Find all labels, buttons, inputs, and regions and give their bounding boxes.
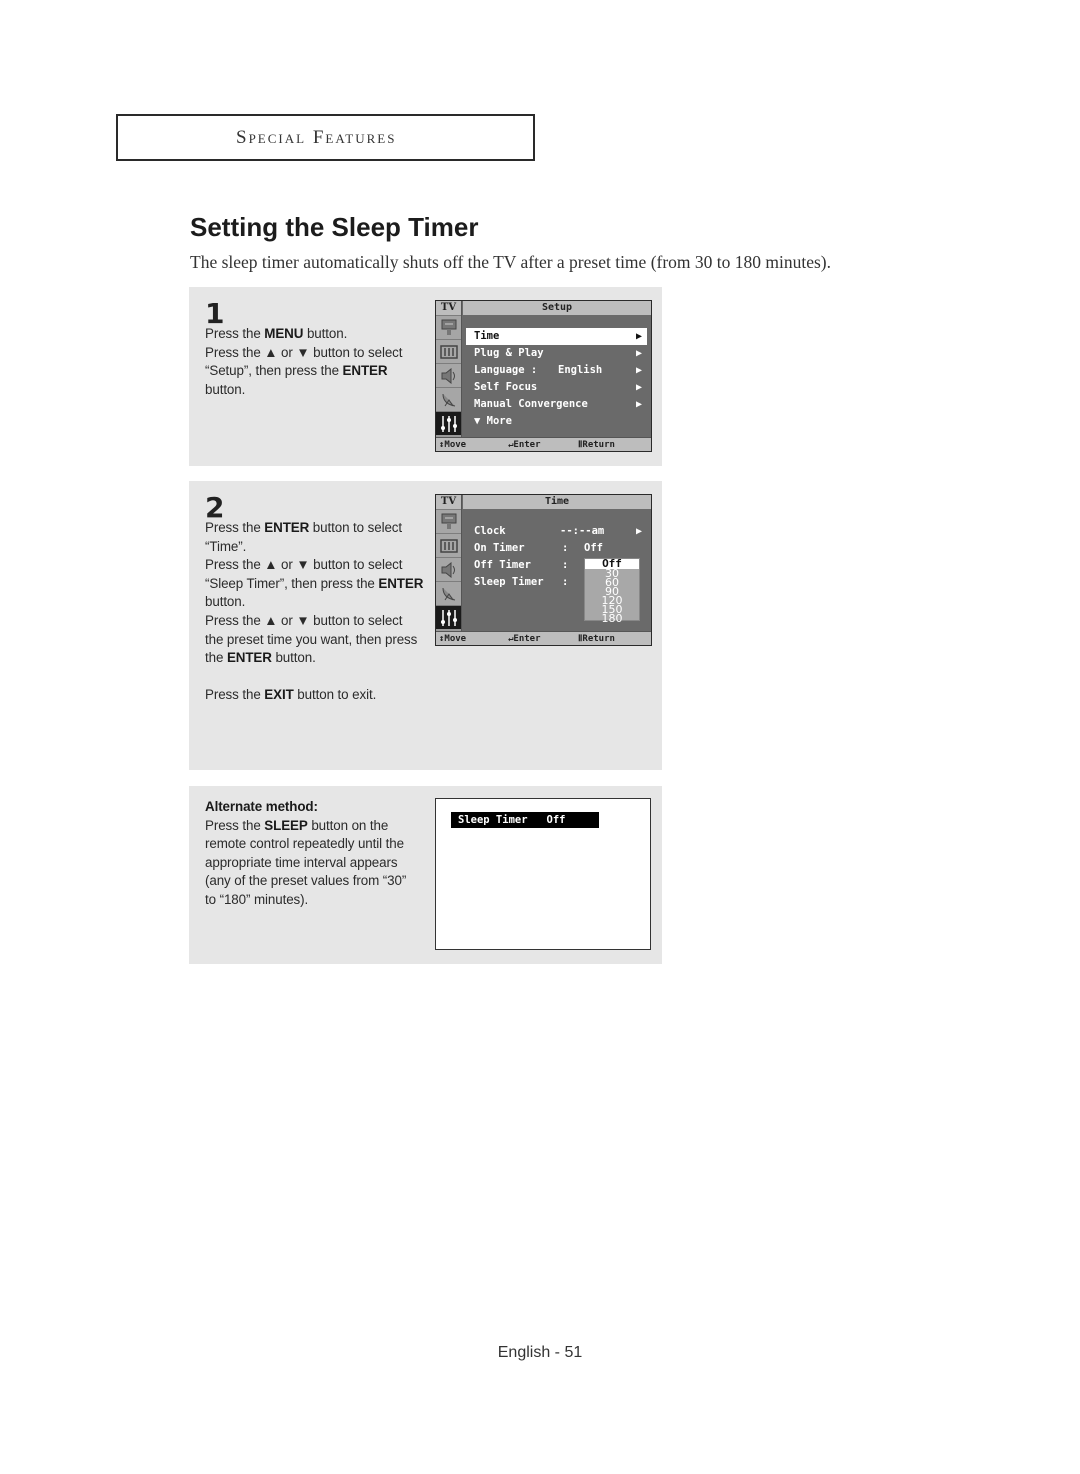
sound-icon	[436, 363, 461, 387]
picture-icon	[436, 509, 461, 533]
move-hint: ↕Move	[439, 440, 467, 450]
instruction-line: Press the ▲ or ▼ button to select	[205, 557, 403, 573]
satellite-icon	[436, 387, 461, 411]
page-number: English - 51	[497, 1344, 583, 1361]
menu-item-language[interactable]: Language : English ▶	[466, 362, 647, 379]
sleep-timer-bar: Sleep Timer Off	[451, 812, 599, 828]
menu-item-self-focus[interactable]: Self Focus ▶	[466, 379, 647, 396]
osd-sidebar: TV	[436, 495, 462, 631]
menu-item-manual-convergence[interactable]: Manual Convergence ▶	[466, 396, 647, 413]
osd-footer: ↕Move ↵Enter ⅡReturn	[436, 437, 651, 451]
intro-text: The sleep timer automatically shuts off …	[190, 252, 832, 272]
picture-icon	[436, 315, 461, 339]
osd-header: Time	[463, 495, 651, 509]
instruction-line: button.	[205, 594, 246, 610]
button-name: ENTER	[378, 575, 424, 591]
menu-item-time[interactable]: Time ▶	[466, 328, 647, 345]
button-name: MENU	[264, 326, 304, 341]
button-name: ENTER	[342, 363, 388, 379]
instruction-line	[205, 668, 433, 687]
arrow-right-icon: ▶	[635, 331, 642, 342]
channel-icon	[436, 533, 461, 557]
menu-item-on-timer[interactable]: On Timer: Off	[466, 540, 647, 557]
satellite-icon	[436, 581, 461, 605]
alternate-instructions: Alternate method: Press the SLEEP button…	[205, 798, 433, 910]
setup-sliders-icon	[436, 605, 461, 629]
return-hint: ⅡReturn	[578, 634, 615, 644]
instruction-line: “Time”.	[205, 538, 247, 554]
alternate-lines: Press the SLEEP button on the remote cont…	[205, 817, 433, 910]
channel-icon	[436, 339, 461, 363]
arrow-right-icon: ▶	[635, 399, 642, 410]
instruction-line: to “180” minutes).	[205, 891, 309, 907]
instruction-line: remote control repeatedly until the	[205, 836, 404, 852]
menu-item-clock[interactable]: Clock --:--am ▶	[466, 523, 647, 540]
time-osd-screen: TV Time Clock --:--am ▶ On Timer: Off Off T…	[435, 494, 652, 646]
clock-value: --:--am	[560, 525, 605, 537]
move-hint: ↕Move	[439, 634, 467, 644]
instruction-line: button.	[205, 381, 246, 397]
step-2-panel: 2 Press the ENTER button to select “Time”…	[189, 481, 662, 770]
sleep-timer-dropdown[interactable]: Off 30 60 90 120 150 180	[584, 558, 640, 624]
menu-item-more[interactable]: ▼ More	[466, 413, 647, 430]
alternate-heading: Alternate method:	[205, 799, 318, 814]
osd-tv-label: TV	[436, 495, 461, 509]
arrow-right-icon: ▶	[635, 348, 642, 359]
instruction-line: “Setup”, then press the ENTER	[205, 363, 388, 379]
instruction-line: “Sleep Timer”, then press the ENTER	[205, 575, 424, 591]
setup-sliders-icon	[436, 411, 461, 435]
return-hint: ⅡReturn	[578, 440, 615, 450]
section-title: Special Features	[236, 126, 397, 148]
page-title: Setting the Sleep Timer	[190, 212, 479, 242]
osd-sidebar: TV	[436, 301, 462, 437]
step-2-instructions: Press the ENTER button to select “Time”. P…	[205, 519, 433, 705]
instruction-line: Press the SLEEP button on the	[205, 817, 389, 833]
alternate-method-panel: Alternate method: Press the SLEEP button…	[189, 786, 662, 964]
setup-menu-list: Time ▶ Plug & Play ▶ Language : English ▶ Se…	[466, 328, 647, 430]
enter-hint: ↵Enter	[508, 440, 541, 450]
instruction-line: Press the ENTER button to select	[205, 520, 403, 535]
step-1-panel: 1 Press the MENU button. Press the ▲ or ▼…	[189, 287, 662, 466]
instruction-line: Press the MENU button.	[205, 326, 348, 341]
button-name: SLEEP	[264, 817, 308, 833]
instruction-line: Press the ▲ or ▼ button to select	[205, 612, 403, 628]
osd-header: Setup	[463, 301, 651, 315]
osd-tv-label: TV	[436, 301, 461, 315]
step-1-instructions: Press the MENU button. Press the ▲ or ▼ b…	[205, 325, 433, 399]
enter-hint: ↵Enter	[508, 634, 541, 644]
menu-item-plug-play[interactable]: Plug & Play ▶	[466, 345, 647, 362]
instruction-line: (any of the preset values from “30”	[205, 873, 407, 889]
sound-icon	[436, 557, 461, 581]
button-name: ENTER	[264, 520, 310, 535]
button-name: EXIT	[264, 687, 294, 703]
instruction-line: the preset time you want, then press	[205, 631, 418, 647]
on-timer-value: Off	[584, 542, 603, 554]
instruction-line: Press the EXIT button to exit.	[205, 687, 377, 703]
arrow-right-icon: ▶	[635, 526, 642, 537]
osd-footer: ↕Move ↵Enter ⅡReturn	[436, 631, 651, 645]
button-name: ENTER	[226, 650, 272, 666]
instruction-line: Press the ▲ or ▼ button to select	[205, 344, 403, 360]
dropdown-option[interactable]: 180	[585, 613, 639, 624]
language-value: English	[558, 364, 603, 376]
instruction-line: appropriate time interval appears	[205, 854, 398, 870]
arrow-right-icon: ▶	[635, 365, 642, 376]
instruction-line: the ENTER button.	[205, 650, 316, 666]
sleep-timer-screen: Sleep Timer Off	[435, 798, 651, 950]
arrow-right-icon: ▶	[635, 382, 642, 393]
section-header-box: Special Features	[116, 114, 535, 161]
setup-osd-screen: TV Setup Time ▶ Plug & Play ▶ Language : En…	[435, 300, 652, 452]
